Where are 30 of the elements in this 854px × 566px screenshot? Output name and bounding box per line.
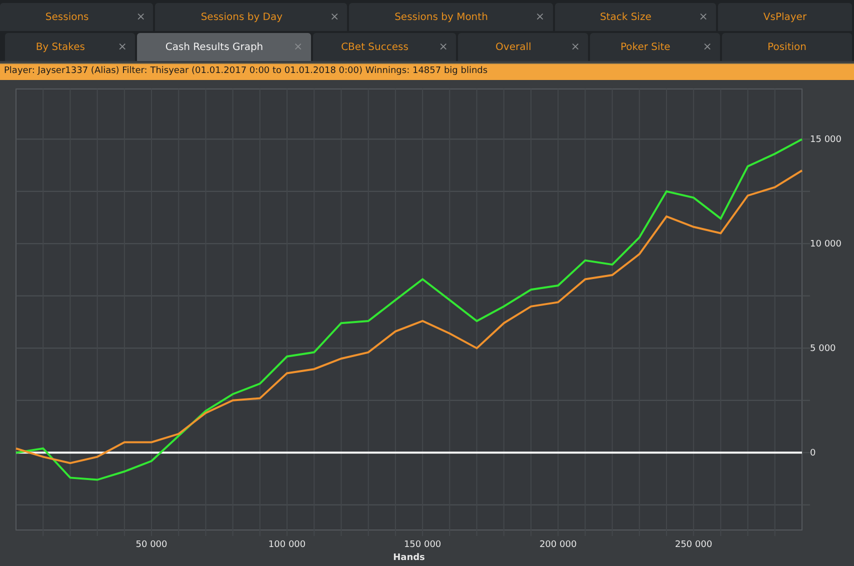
y-tick-label: 15 000 [810,134,842,145]
close-button[interactable]: × [570,38,580,56]
close-button[interactable]: × [330,8,340,26]
tab[interactable]: Poker Site × [590,33,720,61]
tab[interactable]: VsPlayer [718,3,852,31]
tab[interactable]: Position [722,33,852,61]
tab[interactable]: By Stakes × [5,33,135,61]
y-tick-label: 5 000 [810,344,836,354]
y-tick-label: 10 000 [810,239,842,250]
tab[interactable]: CBet Success × [312,33,456,61]
x-tick-label: 200 000 [539,540,577,550]
tab[interactable]: Sessions × [0,3,154,31]
x-axis-title: Hands [393,552,425,562]
close-button[interactable]: × [698,8,708,26]
tab[interactable]: Sessions by Day × [155,3,348,31]
tab[interactable]: Sessions by Month × [349,3,553,31]
close-button[interactable]: × [702,38,712,56]
x-tick-label: 150 000 [404,540,442,550]
close-button[interactable]: × [438,38,448,56]
close-button[interactable]: × [118,38,127,56]
x-tick-label: 100 000 [268,540,306,550]
tab[interactable]: Cash Results Graph × [137,33,311,61]
y-tick-label: 0 [810,448,816,458]
close-button[interactable]: × [535,8,545,26]
x-tick-label: 250 000 [674,540,712,550]
tab[interactable]: Overall × [458,33,588,61]
tab[interactable]: Stack Size × [554,3,716,31]
filter-info-bar: Player: Jayser1337 (Alias) Filter: Thisyear (01.01.2017 0:00 to 01.01.2018 0:00) Winnings: 14857 big blinds [0,63,854,80]
close-button[interactable]: × [136,8,146,26]
x-tick-label: 50 000 [136,540,168,550]
